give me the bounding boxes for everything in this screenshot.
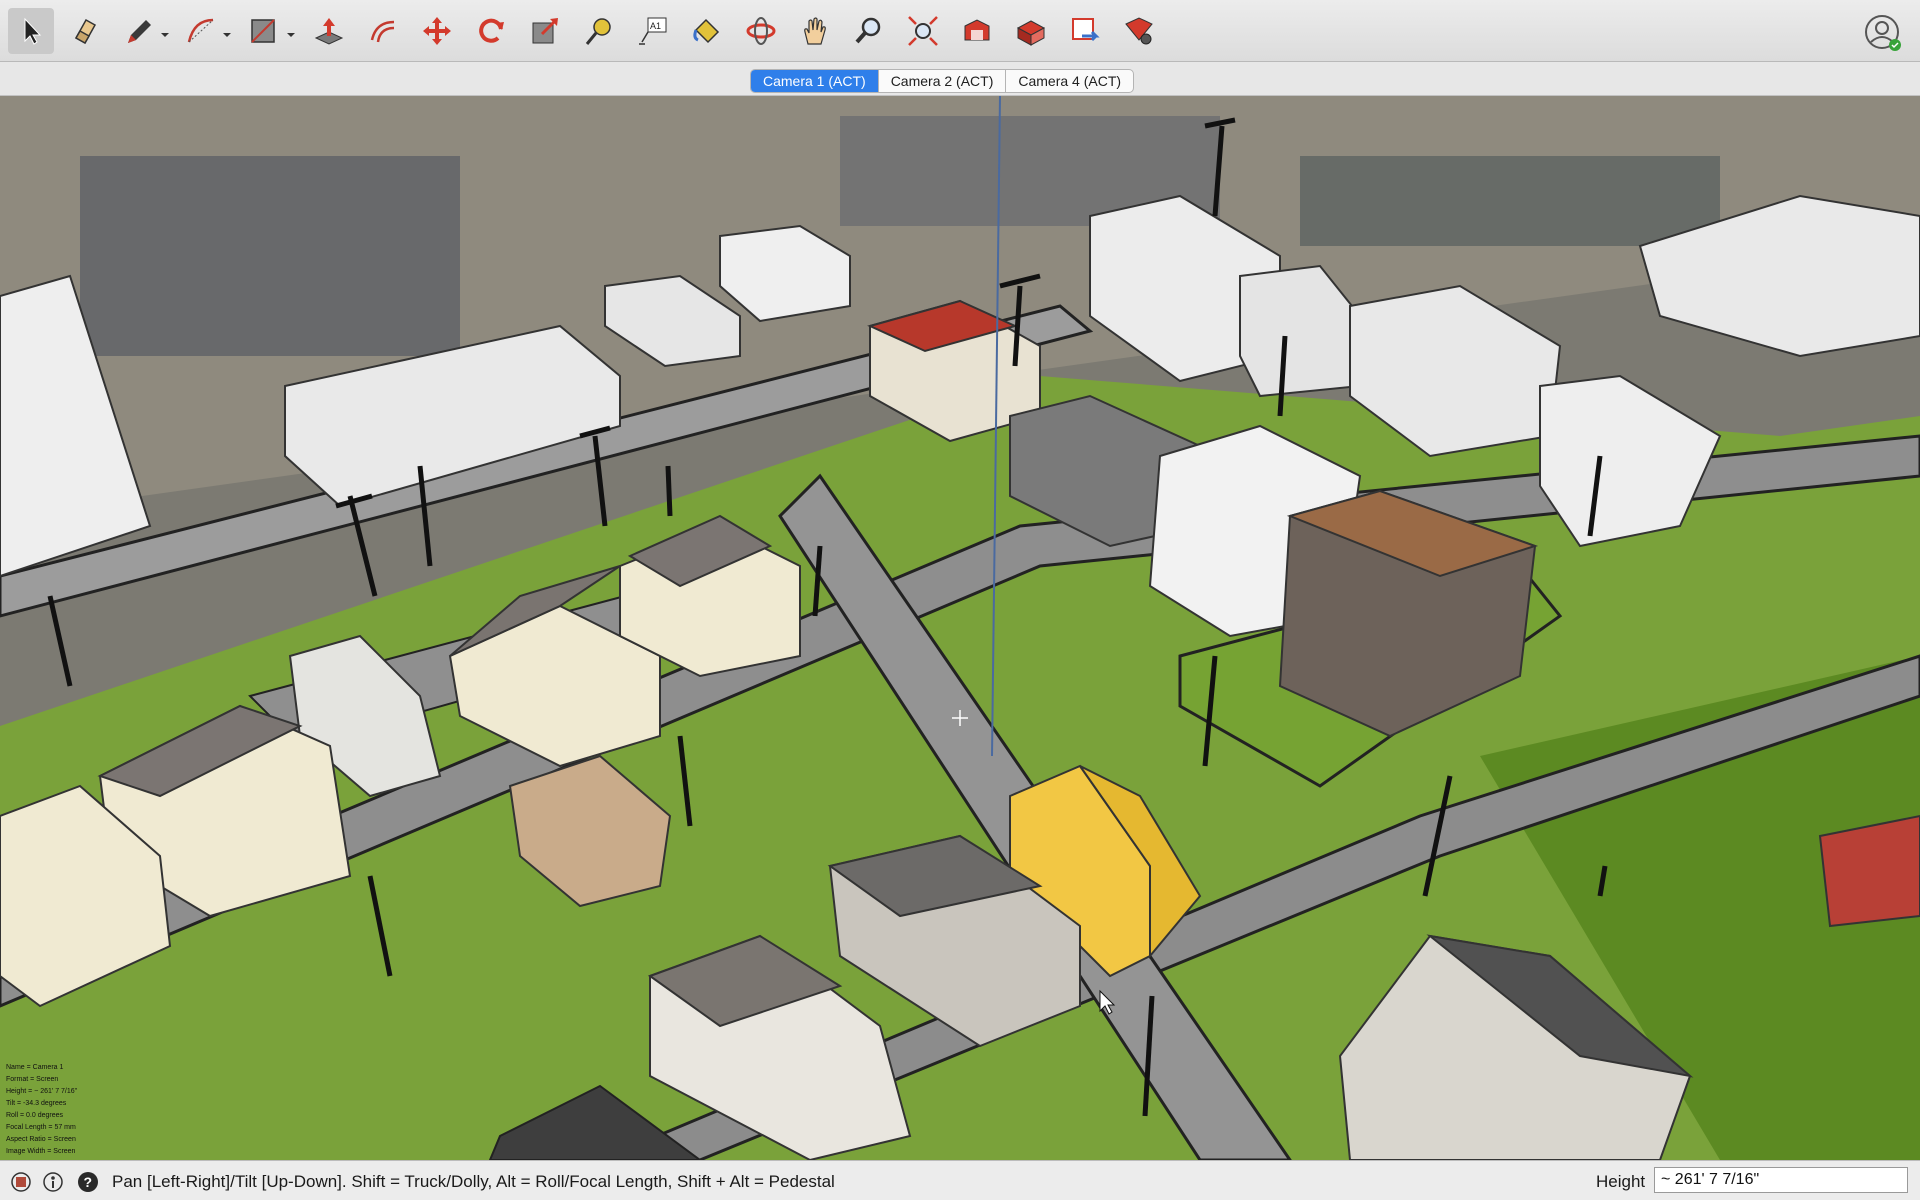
move-arrows-icon (423, 17, 451, 45)
move-tool-button[interactable] (414, 8, 460, 54)
profile-button[interactable] (1862, 12, 1902, 52)
tape-measure-tool-button[interactable] (576, 8, 622, 54)
paint-bucket-icon (693, 18, 720, 44)
user-profile-icon (1865, 15, 1901, 51)
extension-warehouse-tool-button[interactable] (1008, 8, 1054, 54)
camera-info-line: Focal Length = 57 mm (6, 1124, 76, 1131)
warehouse-icon (964, 19, 990, 41)
credits-button[interactable] (42, 1171, 64, 1193)
offset-tool-button[interactable] (360, 8, 406, 54)
send-to-layout-tool-button[interactable] (1062, 8, 1108, 54)
scale-tool-button[interactable] (522, 8, 568, 54)
rectangle-icon (251, 19, 275, 43)
help-button[interactable]: ? (77, 1171, 99, 1193)
3d-model-scene (0, 96, 1920, 1160)
chevron-down-icon (287, 33, 295, 37)
hand-icon (804, 17, 826, 45)
drawing-viewport[interactable]: Name = Camera 1 Format = Screen Height =… (0, 96, 1920, 1160)
paint-bucket-tool-button[interactable] (684, 8, 730, 54)
scene-tabs-bar: Camera 1 (ACT) Camera 2 (ACT) Camera 4 (… (0, 62, 1920, 96)
help-icon: ? (78, 1172, 98, 1192)
zoom-tool-button[interactable] (846, 8, 892, 54)
measurement-label: Height (1596, 1172, 1646, 1191)
tab-camera-2[interactable]: Camera 2 (ACT) (879, 70, 1007, 92)
credits-icon (43, 1172, 63, 1192)
svg-text:?: ? (84, 1174, 93, 1190)
arc-icon (187, 18, 214, 43)
geolocation-icon (11, 1172, 31, 1192)
tape-measure-icon (585, 18, 611, 45)
camera-info-line: Aspect Ratio = Screen (6, 1136, 76, 1143)
warehouse-tool-button[interactable] (954, 8, 1000, 54)
magnifier-icon (855, 17, 881, 44)
scene-tabs: Camera 1 (ACT) Camera 2 (ACT) Camera 4 (… (750, 69, 1135, 93)
scale-icon (532, 18, 558, 44)
pencil-tool-button[interactable] (116, 8, 162, 54)
zoom-extents-icon (908, 16, 938, 46)
rectangle-tool-button[interactable] (240, 8, 286, 54)
zoom-extents-tool-button[interactable] (900, 8, 946, 54)
orbit-tool-button[interactable] (738, 8, 784, 54)
eraser-icon (74, 18, 97, 45)
aerial-rooftops (1300, 156, 1720, 246)
pencil-dropdown-caret[interactable] (160, 27, 170, 37)
rotate-icon (479, 18, 504, 43)
rotate-tool-button[interactable] (468, 8, 514, 54)
text-label-icon: A1 (639, 17, 667, 45)
offset-icon (370, 20, 395, 43)
tab-camera-1[interactable]: Camera 1 (ACT) (751, 70, 879, 92)
chevron-down-icon (161, 33, 169, 37)
status-message: Pan [Left-Right]/Tilt [Up-Down]. Shift =… (112, 1172, 835, 1191)
camera-info-overlay: Name = Camera 1 Format = Screen Height =… (6, 1062, 77, 1158)
pan-tool-button[interactable] (792, 8, 838, 54)
measurement-input[interactable] (1654, 1167, 1908, 1193)
extension-warehouse-icon (1016, 20, 1046, 46)
chevron-down-icon (223, 33, 231, 37)
status-bar: ? Pan [Left-Right]/Tilt [Up-Down]. Shift… (0, 1160, 1920, 1200)
extension-manager-tool-button[interactable] (1116, 8, 1162, 54)
arc-tool-button[interactable] (178, 8, 224, 54)
arrow-cursor-icon (24, 17, 42, 45)
select-tool-button[interactable] (8, 8, 54, 54)
sketchup-window: A1 Camera 1 (ACT) Camera 2 (ACT) Camera … (0, 0, 1920, 1200)
camera-info-line: Image Width = Screen (6, 1148, 76, 1155)
push-pull-tool-button[interactable] (306, 8, 352, 54)
eraser-tool-button[interactable] (62, 8, 108, 54)
camera-info-line: Format = Screen (6, 1076, 59, 1083)
camera-info-line: Name = Camera 1 (6, 1064, 64, 1071)
camera-info-line: Height = ~ 261' 7 7/16" (6, 1088, 78, 1095)
aerial-parking-lot (80, 156, 460, 356)
pencil-icon (128, 20, 151, 43)
rectangle-dropdown-caret[interactable] (286, 27, 296, 37)
arc-dropdown-caret[interactable] (222, 27, 232, 37)
camera-info-line: Roll = 0.0 degrees (6, 1112, 64, 1119)
pavilion (1818, 814, 1920, 928)
tab-camera-4[interactable]: Camera 4 (ACT) (1006, 70, 1133, 92)
layout-icon (1072, 18, 1100, 42)
geolocation-button[interactable] (10, 1171, 32, 1193)
svg-text:A1: A1 (650, 21, 661, 31)
extension-manager-icon (1125, 17, 1153, 45)
large-toolset-toolbar: A1 (0, 0, 1920, 62)
push-pull-icon (314, 18, 344, 45)
camera-info-line: Tilt = -34.3 degrees (6, 1100, 67, 1107)
text-tool-button[interactable]: A1 (630, 8, 676, 54)
orbit-icon (746, 17, 776, 45)
